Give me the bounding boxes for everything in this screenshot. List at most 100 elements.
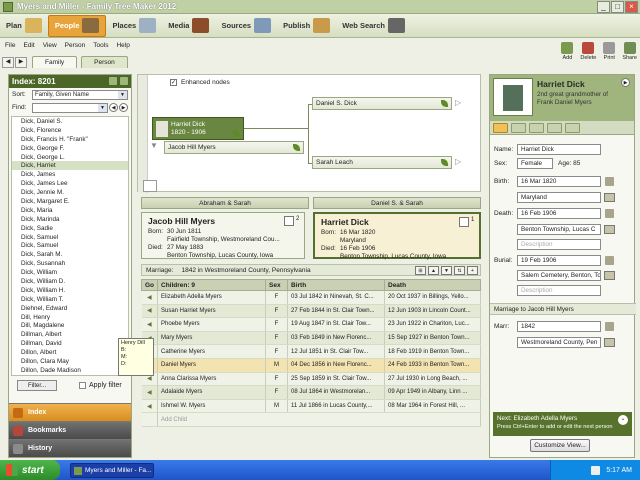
- list-item[interactable]: Dick, Margaret E.: [12, 197, 128, 206]
- table-row[interactable]: ◀ Adalaide Myers F 08 Jul 1864 in Westmorel…: [141, 385, 481, 400]
- next-arrow-button[interactable]: ▶: [621, 78, 630, 87]
- col-children[interactable]: Children: 9: [157, 279, 266, 291]
- list-item[interactable]: Dick, Daniel S.: [12, 117, 128, 126]
- share-button[interactable]: Share: [622, 42, 637, 61]
- burial-place-input[interactable]: Salem Cemetery, Benton, To: [517, 270, 601, 281]
- father-node[interactable]: Daniel S. Dick: [312, 97, 452, 110]
- mother-node[interactable]: Sarah Leach: [312, 156, 452, 169]
- list-item[interactable]: Dick, Sadie: [12, 224, 128, 233]
- list-item[interactable]: Dick, James: [12, 170, 128, 179]
- forward-arrow-button[interactable]: ▶: [15, 57, 27, 68]
- marriage-bar[interactable]: Marriage: 1842 in Westmoreland County, P…: [141, 264, 481, 276]
- mother-expand-icon[interactable]: ▷: [455, 157, 461, 166]
- edit-fact-icon[interactable]: [605, 209, 614, 218]
- menu-edit[interactable]: Edit: [23, 42, 34, 49]
- find-prev-button[interactable]: ◀: [109, 103, 118, 112]
- go-arrow-icon[interactable]: ◀: [141, 385, 158, 400]
- side-bookmarks-button[interactable]: Bookmarks: [9, 421, 131, 439]
- husband-card[interactable]: Jacob Hill Myers Born: 30 Jun 1811 Fairfi…: [141, 212, 305, 259]
- family-tree-icon[interactable]: ⊞: [415, 266, 426, 275]
- minimize-button[interactable]: _: [597, 1, 610, 13]
- list-item[interactable]: Dillman, Albert: [12, 330, 128, 339]
- list-item[interactable]: Dillon, Albert: [12, 348, 128, 357]
- citation-icon[interactable]: [604, 271, 615, 280]
- add-child-label[interactable]: Add Child: [157, 412, 481, 427]
- col-birth[interactable]: Birth: [287, 279, 385, 291]
- sort-select[interactable]: Family, Given Name ▼: [32, 89, 128, 100]
- apply-filter-checkbox[interactable]: [79, 381, 86, 389]
- home-icon[interactable]: [143, 180, 157, 192]
- spouse-count-icon[interactable]: [459, 217, 469, 227]
- move-down-icon[interactable]: ▼: [441, 266, 452, 275]
- marriage-place-input[interactable]: Westmoreland County, Pen: [517, 337, 601, 348]
- col-go[interactable]: Go: [141, 279, 158, 291]
- add-child-icon[interactable]: +: [467, 266, 478, 275]
- father-expand-icon[interactable]: ▷: [455, 98, 461, 107]
- table-row[interactable]: ◀ Ishmel W. Myers M 11 Jul 1866 in Lucas Co…: [141, 399, 481, 414]
- menu-view[interactable]: View: [43, 42, 57, 49]
- side-history-button[interactable]: History: [9, 439, 131, 457]
- list-item[interactable]: Dillon, Dade Madison: [12, 366, 128, 375]
- spouse-node[interactable]: Jacob Hill Myers: [164, 141, 304, 154]
- burial-date-input[interactable]: 19 Feb 1906: [517, 255, 601, 266]
- table-row[interactable]: ◀Daniel MyersM04 Dec 1856 in New Florenc…: [141, 358, 481, 373]
- enhanced-nodes-checkbox[interactable]: ✓: [170, 79, 177, 86]
- name-list[interactable]: Dick, Daniel S. Dick, Florence Dick, Franc…: [11, 116, 129, 376]
- list-item[interactable]: Dillman, David: [12, 339, 128, 348]
- spouse-count-icon[interactable]: [284, 216, 294, 226]
- table-row[interactable]: ◀ Susan Harriet Myers F 27 Feb 1844 in St. …: [141, 304, 481, 319]
- enhanced-nodes-option[interactable]: ✓ Enhanced nodes: [170, 79, 230, 86]
- wife-parents-button[interactable]: Daniel S. & Sarah: [313, 197, 481, 209]
- edit-fact-icon[interactable]: [605, 177, 614, 186]
- marriage-date-input[interactable]: 1842: [517, 321, 601, 332]
- edit-fact-icon[interactable]: [605, 256, 614, 265]
- nav-people[interactable]: People: [47, 14, 107, 37]
- list-item[interactable]: Dick, George F.: [12, 144, 128, 153]
- sort-icon[interactable]: ⇅: [454, 266, 465, 275]
- list-item[interactable]: Dick, William D.: [12, 277, 128, 286]
- menu-file[interactable]: File: [5, 42, 15, 49]
- go-arrow-icon[interactable]: ◀: [141, 290, 158, 305]
- root-person-node[interactable]: Harriet Dick 1820 - 1906: [152, 117, 244, 140]
- add-button[interactable]: Add: [561, 42, 574, 61]
- nav-places[interactable]: Places: [106, 15, 162, 37]
- menu-person[interactable]: Person: [65, 42, 86, 49]
- list-item[interactable]: Dick, William T.: [12, 295, 128, 304]
- notes-tab-icon[interactable]: [547, 123, 562, 133]
- add-person-icon[interactable]: [120, 77, 128, 85]
- filter-button[interactable]: Filter...: [17, 379, 57, 391]
- list-item[interactable]: Diehnel, Edward: [12, 304, 128, 313]
- find-input[interactable]: ▼: [32, 102, 108, 113]
- list-item[interactable]: Dick, Marinda: [12, 215, 128, 224]
- citation-icon[interactable]: [604, 225, 615, 234]
- go-arrow-icon[interactable]: ◀: [141, 399, 158, 414]
- back-arrow-button[interactable]: ◀: [2, 57, 14, 68]
- list-item[interactable]: Dick, Francis H. "Frank": [12, 135, 128, 144]
- list-item[interactable]: Dick, William H.: [12, 286, 128, 295]
- home-icon[interactable]: [109, 77, 117, 85]
- burial-description-input[interactable]: Description: [517, 285, 601, 296]
- nav-sources[interactable]: Sources: [215, 15, 277, 37]
- find-next-button[interactable]: ▶: [119, 103, 128, 112]
- table-row[interactable]: ◀ Anna Clarissa Myers F 25 Sep 1859 in St. …: [141, 372, 481, 387]
- taskbar-app-button[interactable]: Myers and Miller - Fa...: [70, 462, 154, 478]
- list-item[interactable]: Dill, Henry: [12, 313, 128, 322]
- citation-icon[interactable]: [604, 193, 615, 202]
- go-arrow-icon[interactable]: ◀: [141, 304, 158, 319]
- husband-parents-button[interactable]: Abraham & Sarah: [141, 197, 309, 209]
- col-sex[interactable]: Sex: [265, 279, 288, 291]
- media-tab-icon[interactable]: [511, 123, 526, 133]
- nav-media[interactable]: Media: [162, 15, 215, 37]
- list-item[interactable]: Dill, Magdalene: [12, 321, 128, 330]
- list-item[interactable]: Dick, Sarah M.: [12, 250, 128, 259]
- nav-publish[interactable]: Publish: [277, 15, 336, 37]
- name-input[interactable]: Harriet Dick: [517, 144, 601, 155]
- table-row[interactable]: ◀Mary MyersF03 Feb 1849 in New Florenc..…: [141, 331, 481, 346]
- facts-tab-icon[interactable]: [493, 123, 508, 133]
- citation-icon[interactable]: [604, 338, 615, 347]
- list-item[interactable]: Dick, James Lee: [12, 179, 128, 188]
- col-death[interactable]: Death: [384, 279, 481, 291]
- list-item[interactable]: Dick, Maria: [12, 206, 128, 215]
- list-item[interactable]: Dick, Florence: [12, 126, 128, 135]
- list-item[interactable]: Dick, Harriet: [12, 161, 128, 171]
